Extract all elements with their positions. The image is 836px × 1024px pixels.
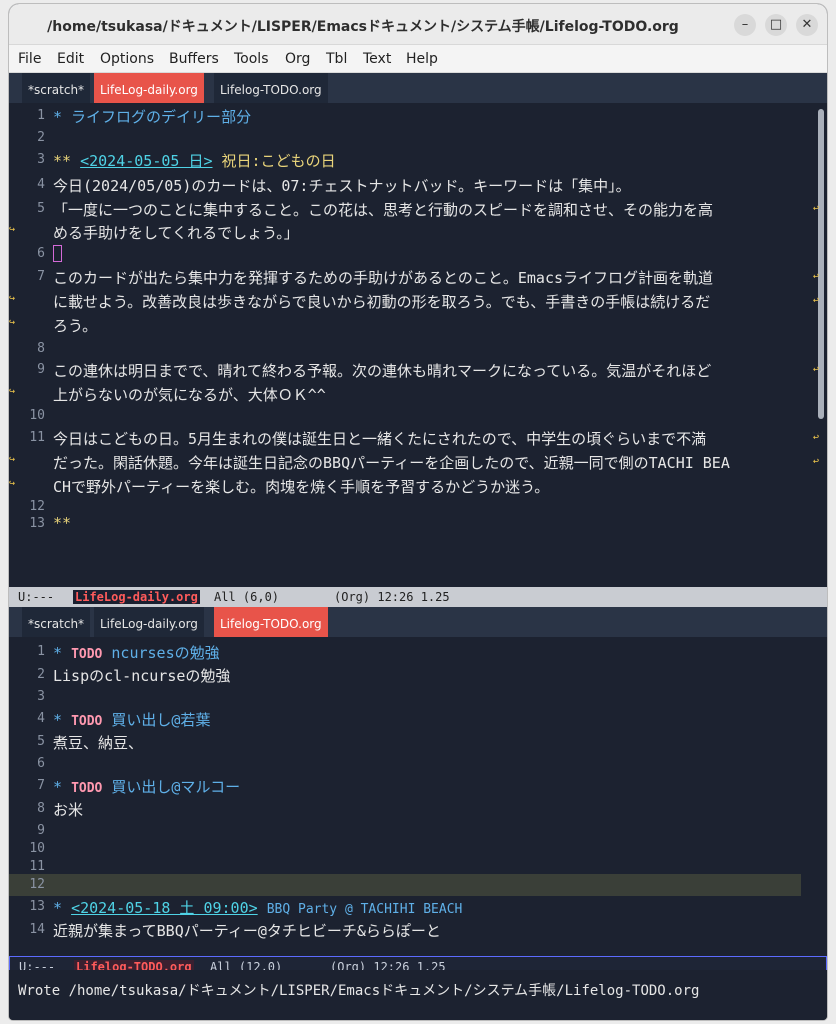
menu-file[interactable]: File	[18, 51, 41, 67]
text-line: 6	[37, 756, 45, 771]
bottom-editor-pane[interactable]: 1 * TODO ncursesの勉強 2 Lispのcl-ncurseの勉強 3 …	[9, 637, 827, 956]
date-link[interactable]: <2024-05-18 土 09:00>	[71, 899, 258, 917]
emacs-window: /home/tsukasa/ドキュメント/LISPER/Emacsドキュメント/…	[9, 4, 827, 1020]
text-line: 4 今日(2024/05/05)のカードは、07:チェストナットバッド。キーワード…	[37, 177, 631, 195]
top-mode-line[interactable]: U:--- LifeLog-daily.org All (6,0) (Org) …	[9, 587, 827, 607]
tab-lifelog-todo[interactable]: Lifelog-TODO.org	[214, 73, 328, 103]
text-line: 7 * TODO 買い出し@マルコー	[37, 778, 241, 796]
text-line: 8	[37, 341, 45, 356]
text-line: める手助けをしてくれるでしょう。」	[53, 224, 299, 242]
menu-buffers[interactable]: Buffers	[169, 51, 219, 67]
tab-scratch[interactable]: *scratch*	[22, 607, 91, 637]
text-line: 14 近親が集まってBBQパーティー@タチヒビーチ&ららぽーと	[29, 922, 441, 940]
text-line: 10	[29, 408, 45, 423]
text-line: 上がらないのが気になるが、大体ＯＫ^^	[53, 386, 326, 404]
text-line: 1 * TODO ncursesの勉強	[37, 644, 220, 662]
menu-org[interactable]: Org	[285, 51, 310, 67]
text-line: 9 この連休は明日までで、晴れて終わる予報。次の連休も晴れマークになっている。気温…	[37, 362, 712, 380]
echo-area[interactable]: Wrote /home/tsukasa/ドキュメント/LISPER/Emacsド…	[9, 970, 827, 1020]
menu-options[interactable]: Options	[100, 51, 154, 67]
window-title: /home/tsukasa/ドキュメント/LISPER/Emacsドキュメント/…	[47, 19, 679, 35]
minimize-button[interactable]: –	[734, 14, 756, 36]
maximize-button[interactable]: □	[765, 14, 787, 36]
tab-scratch[interactable]: *scratch*	[22, 73, 91, 103]
text-line: 6	[9, 243, 809, 265]
menu-text[interactable]: Text	[363, 51, 391, 67]
top-editor-pane[interactable]: 1 * ライフログのデイリー部分 2 3 ** <2024-05-05 日> 祝日…	[9, 103, 827, 587]
current-line-highlight: 12	[9, 874, 801, 896]
date-link[interactable]: <2024-05-05 日>	[80, 152, 212, 170]
text-line: 3 ** <2024-05-05 日> 祝日:こどもの日	[37, 152, 336, 170]
tab-lifelog-todo[interactable]: Lifelog-TODO.org	[214, 607, 328, 637]
text-line: 5 「一度に一つのことに集中すること。この花は、思考と行動のスピードを調和させ、そ…	[37, 201, 714, 219]
tab-lifelog-daily[interactable]: LifeLog-daily.org	[94, 73, 204, 103]
text-line: 7 このカードが出たら集中力を発揮するための手助けがあるとのこと。Emacsライフ…	[37, 269, 714, 287]
text-line: 2	[37, 130, 45, 145]
menu-tbl[interactable]: Tbl	[326, 51, 347, 67]
bottom-tab-bar: *scratch* LifeLog-daily.org Lifelog-TODO…	[9, 607, 827, 637]
text-line: ろう。	[53, 317, 98, 335]
wrap-arrow-icon: ↩	[812, 203, 819, 214]
text-line: 3	[37, 689, 45, 704]
todo-keyword: TODO	[71, 781, 103, 796]
wrap-arrow-icon: ↩	[812, 432, 819, 443]
text-cursor	[53, 245, 62, 262]
title-bar: /home/tsukasa/ドキュメント/LISPER/Emacsドキュメント/…	[9, 4, 827, 45]
wrap-arrow-icon: ↩	[812, 456, 819, 467]
close-button[interactable]: ✕	[796, 14, 818, 36]
text-line: 8 お米	[37, 801, 84, 819]
wrap-arrow-icon: ↩	[812, 271, 819, 282]
tab-lifelog-daily[interactable]: LifeLog-daily.org	[94, 607, 204, 637]
menu-help[interactable]: Help	[406, 51, 438, 67]
text-line: に載せよう。改善改良は歩きながらで良いから初動の形を取ろう。でも、手書きの手帳は…	[53, 293, 711, 311]
text-line: 2 Lispのcl-ncurseの勉強	[37, 667, 231, 685]
todo-keyword: TODO	[71, 714, 103, 729]
text-line: 1 * ライフログのデイリー部分	[37, 108, 252, 126]
text-line: だった。閑話休題。今年は誕生日記念のBBQパーティーを企画したので、近親一同で側…	[53, 454, 730, 472]
wrap-arrow-icon: ↩	[812, 295, 819, 306]
menu-bar: File Edit Options Buffers Tools Org Tbl …	[9, 45, 827, 73]
text-line: 13 **	[29, 514, 72, 532]
menu-edit[interactable]: Edit	[57, 51, 84, 67]
echo-message: Wrote /home/tsukasa/ドキュメント/LISPER/Emacsド…	[18, 983, 700, 999]
wrap-arrow-icon: ↩	[812, 364, 819, 375]
text-line: CHで野外パーティーを楽しむ。肉塊を焼く手順を予習するかどうか迷う。	[53, 478, 550, 496]
text-line: 13 * <2024-05-18 土 09:00> BBQ Party @ TAC…	[29, 899, 463, 917]
text-line: 11 今日はこどもの日。5月生まれの僕は誕生日と一緒くたにされたので、中学生の頃ぐ…	[29, 430, 707, 448]
top-tab-bar: *scratch* LifeLog-daily.org Lifelog-TODO…	[9, 73, 827, 103]
text-line: 5 煮豆、納豆、	[37, 734, 144, 752]
todo-keyword: TODO	[71, 647, 103, 662]
mode-line-buffer-name[interactable]: LifeLog-daily.org	[73, 590, 200, 604]
text-line: 4 * TODO 買い出し@若葉	[37, 711, 211, 729]
menu-tools[interactable]: Tools	[234, 51, 269, 67]
